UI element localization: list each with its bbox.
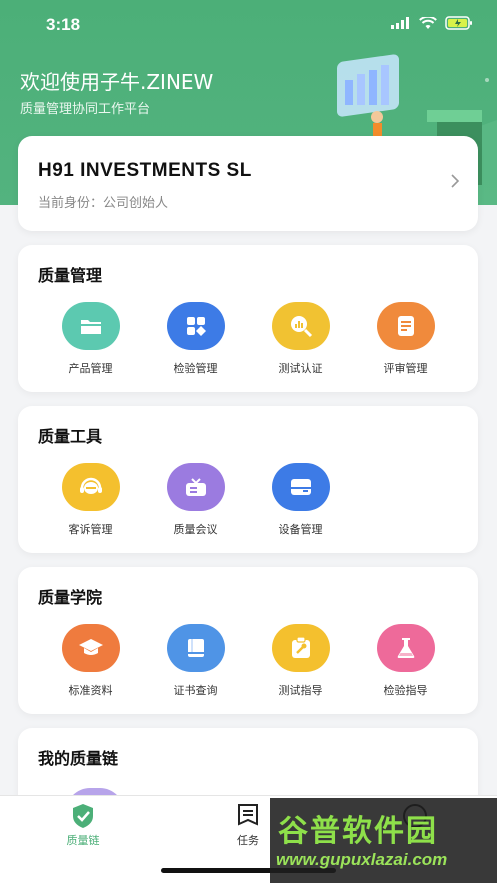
section-title: 质量工具 xyxy=(38,427,103,446)
welcome-title: 欢迎使用子牛.ZINEW xyxy=(20,70,214,94)
tv-icon xyxy=(166,463,225,511)
headset-icon xyxy=(61,463,120,511)
section-title: 质量学院 xyxy=(38,588,103,607)
company-card[interactable]: H91 INVESTMENTS SL 当前身份：公司创始人 xyxy=(18,136,478,231)
shield-check-icon xyxy=(73,804,93,828)
grid-label: 质量会议 xyxy=(173,523,218,536)
grid-item-review-management[interactable]: 评审管理 xyxy=(353,302,458,376)
flask-icon xyxy=(376,624,435,672)
grid-label: 证书查询 xyxy=(173,684,218,697)
grid-item-test-certification[interactable]: 测试认证 xyxy=(248,302,353,376)
grid-item-inspection-management[interactable]: 检验管理 xyxy=(143,302,248,376)
grid-label: 测试指导 xyxy=(278,684,323,697)
grid-label: 标准资料 xyxy=(68,684,113,697)
grid-item-inspection-guidance[interactable]: 检验指导 xyxy=(353,624,458,698)
grid-label: 检验管理 xyxy=(173,362,218,375)
battery-charging-icon xyxy=(445,16,472,30)
grid-label: 检验指导 xyxy=(383,684,428,697)
grid-label: 产品管理 xyxy=(68,362,113,375)
section-title: 我的质量链 xyxy=(38,749,119,768)
chart-search-icon xyxy=(271,302,330,350)
tab-quality-chain[interactable]: 质量链 xyxy=(43,802,123,848)
chevron-right-icon xyxy=(451,174,460,188)
signal-icon xyxy=(391,17,409,29)
grid-label: 评审管理 xyxy=(383,362,428,375)
folder-icon xyxy=(61,302,120,350)
task-icon xyxy=(238,804,258,826)
status-time: 3:18 xyxy=(46,15,81,34)
document-icon xyxy=(376,302,435,350)
grid-item-product-management[interactable]: 产品管理 xyxy=(38,302,143,376)
status-bar: 3:18 xyxy=(0,0,497,50)
device-icon xyxy=(271,463,330,511)
grid-item-test-guidance[interactable]: 测试指导 xyxy=(248,624,353,698)
grid-item-device-management[interactable]: 设备管理 xyxy=(248,463,353,537)
section-quality-management: 质量管理 产品管理 检验管理 测试认证 评审管理 xyxy=(18,245,478,392)
section-title: 质量管理 xyxy=(38,266,103,285)
grid-icon xyxy=(166,302,225,350)
section-quality-academy: 质量学院 标准资料 证书查询 测试指导 检验指导 xyxy=(18,567,478,714)
welcome-subtitle: 质量管理协同工作平台 xyxy=(20,102,151,117)
grid-label: 客诉管理 xyxy=(68,523,113,536)
clipboard-wrench-icon xyxy=(271,624,330,672)
graduation-cap-icon xyxy=(61,624,120,672)
status-icons xyxy=(391,16,473,30)
watermark-overlay: 谷普软件园 www.gupuxlazai.com xyxy=(270,798,497,883)
grid-label: 测试认证 xyxy=(278,362,323,375)
wifi-icon xyxy=(419,16,437,29)
book-icon xyxy=(166,624,225,672)
grid-item-complaint-management[interactable]: 客诉管理 xyxy=(38,463,143,537)
grid-item-standard-materials[interactable]: 标准资料 xyxy=(38,624,143,698)
watermark-url: www.gupuxlazai.com xyxy=(276,850,448,869)
company-name: H91 INVESTMENTS SL xyxy=(38,160,252,181)
section-quality-tools: 质量工具 客诉管理 质量会议 设备管理 xyxy=(18,406,478,553)
watermark-text: 谷普软件园 xyxy=(278,814,438,849)
tab-label: 质量链 xyxy=(66,834,100,847)
grid-label: 设备管理 xyxy=(278,523,323,536)
grid-item-quality-meeting[interactable]: 质量会议 xyxy=(143,463,248,537)
company-role: 当前身份：公司创始人 xyxy=(38,196,169,211)
grid-item-certificate-query[interactable]: 证书查询 xyxy=(143,624,248,698)
